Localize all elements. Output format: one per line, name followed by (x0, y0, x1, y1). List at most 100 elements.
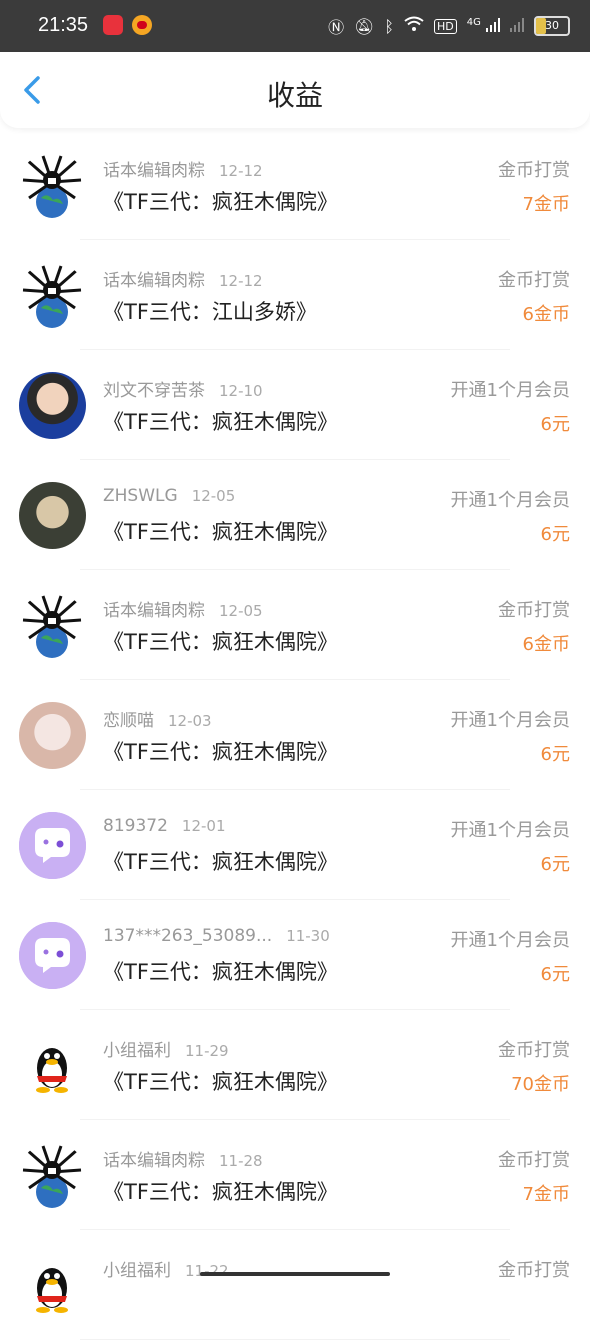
earning-amount: 70金币 (511, 1074, 570, 1095)
earning-type: 开通1个月会员 (450, 710, 570, 731)
username: ZHSWLG (103, 486, 178, 506)
status-time: 21:35 (38, 14, 89, 36)
earnings-row[interactable]: 话本编辑肉粽 12-12 《TF三代：江山多娇》 金币打赏 6金币 (0, 240, 590, 350)
date: 11-29 (185, 1042, 229, 1060)
username: 话本编辑肉粽 (103, 161, 205, 181)
earning-type: 金币打赏 (498, 1150, 570, 1171)
username: 话本编辑肉粽 (103, 1151, 205, 1171)
earnings-row[interactable]: 小组福利 11-29 《TF三代：疯狂木偶院》 金币打赏 70金币 (0, 1010, 590, 1120)
battery-level: 30 (545, 19, 559, 32)
earnings-row[interactable]: ZHSWLG 12-05 《TF三代：疯狂木偶院》 开通1个月会员 6元 (0, 460, 590, 570)
user-info: 话本编辑肉粽 12-12 (103, 156, 263, 181)
earnings-row[interactable]: 小组福利 11-22 金币打赏 (0, 1230, 590, 1340)
user-info: 话本编辑肉粽 12-12 (103, 266, 263, 291)
person-avatar[interactable] (19, 702, 86, 769)
user-info: 恋顺喵 12-03 (103, 706, 212, 731)
date: 12-03 (168, 712, 212, 730)
date: 12-05 (219, 602, 263, 620)
earnings-row[interactable]: 话本编辑肉粽 12-12 《TF三代：疯狂木偶院》 金币打赏 7金币 (0, 130, 590, 240)
battery-icon: 30 (534, 16, 570, 36)
earning-type: 开通1个月会员 (450, 930, 570, 951)
earnings-row[interactable]: 137***263_53089... 11-30 《TF三代：疯狂木偶院》 开通1个月… (0, 900, 590, 1010)
book-title: 《TF三代：疯狂木偶院》 (103, 1070, 338, 1094)
earning-type: 开通1个月会员 (450, 490, 570, 511)
earning-amount: 7金币 (522, 1184, 570, 1205)
earning-amount: 6金币 (522, 304, 570, 325)
username: 819372 (103, 816, 168, 836)
user-info: 话本编辑肉粽 11-28 (103, 1146, 263, 1171)
spider-avatar[interactable] (19, 152, 86, 219)
date: 11-22 (185, 1262, 229, 1280)
earning-amount: 7金币 (522, 194, 570, 215)
user-info: 小组福利 11-29 (103, 1036, 229, 1061)
username: 话本编辑肉粽 (103, 271, 205, 291)
app-notification-icon (103, 15, 123, 35)
earning-type: 金币打赏 (498, 1260, 570, 1281)
date: 12-12 (219, 272, 263, 290)
earnings-row[interactable]: 819372 12-01 《TF三代：疯狂木偶院》 开通1个月会员 6元 (0, 790, 590, 900)
username: 小组福利 (103, 1261, 171, 1281)
date: 12-10 (219, 382, 263, 400)
signal-4g-icon: 4G (467, 17, 500, 36)
earning-type: 开通1个月会员 (450, 380, 570, 401)
user-info: 话本编辑肉粽 12-05 (103, 596, 263, 621)
mute-icon: 🔕︎ (354, 16, 375, 36)
book-title: 《TF三代：疯狂木偶院》 (103, 960, 338, 984)
weibo-notification-icon (132, 15, 152, 35)
book-title: 《TF三代：疯狂木偶院》 (103, 520, 338, 544)
network-label: 4G (466, 16, 481, 28)
date: 12-12 (219, 162, 263, 180)
page-title: 收益 (266, 79, 323, 112)
date: 12-01 (181, 817, 226, 835)
earning-amount: 6元 (540, 414, 570, 435)
earning-amount: 6元 (540, 854, 570, 875)
date: 11-30 (286, 927, 330, 945)
earning-amount: 6元 (540, 744, 570, 765)
page-header: 收益 (0, 52, 590, 128)
earning-type: 金币打赏 (498, 1040, 570, 1061)
user-info: 819372 12-01 (103, 816, 226, 836)
user-info: ZHSWLG 12-05 (103, 486, 235, 506)
earning-amount: 6金币 (522, 634, 570, 655)
earnings-row[interactable]: 恋顺喵 12-03 《TF三代：疯狂木偶院》 开通1个月会员 6元 (0, 680, 590, 790)
date: 12-05 (191, 487, 236, 505)
book-title: 《TF三代：疯狂木偶院》 (103, 190, 338, 214)
wifi-icon (404, 16, 424, 36)
earning-type: 金币打赏 (498, 160, 570, 181)
book-title: 《TF三代：疯狂木偶院》 (103, 630, 338, 654)
book-title: 《TF三代：疯狂木偶院》 (103, 1180, 338, 1204)
nfc-icon: Ⓝ (328, 18, 345, 37)
user-info: 刘文不穿苦茶 12-10 (103, 376, 263, 401)
earnings-list: 话本编辑肉粽 12-12 《TF三代：疯狂木偶院》 金币打赏 7金币 话本编辑肉粽 12-1… (0, 130, 590, 1340)
default-avatar[interactable] (19, 922, 86, 989)
earnings-row[interactable]: 话本编辑肉粽 11-28 《TF三代：疯狂木偶院》 金币打赏 7金币 (0, 1120, 590, 1230)
earning-type: 开通1个月会员 (450, 820, 570, 841)
book-title: 《TF三代：江山多娇》 (103, 300, 317, 324)
qq-penguin-avatar[interactable] (19, 1252, 86, 1319)
status-icons: Ⓝ 🔕︎ ᛒ HD 4G 30 (328, 14, 570, 38)
default-avatar[interactable] (19, 812, 86, 879)
book-title: 《TF三代：疯狂木偶院》 (103, 740, 338, 764)
spider-avatar[interactable] (19, 1142, 86, 1209)
earnings-row[interactable]: 话本编辑肉粽 12-05 《TF三代：疯狂木偶院》 金币打赏 6金币 (0, 570, 590, 680)
person-avatar[interactable] (19, 482, 86, 549)
username: 话本编辑肉粽 (103, 601, 205, 621)
username: 小组福利 (103, 1041, 171, 1061)
user-info: 137***263_53089... 11-30 (103, 926, 330, 946)
username: 恋顺喵 (103, 711, 154, 731)
earning-type: 金币打赏 (498, 270, 570, 291)
date: 11-28 (219, 1152, 263, 1170)
user-info: 小组福利 11-22 (103, 1256, 229, 1281)
earning-amount: 6元 (540, 964, 570, 985)
book-title: 《TF三代：疯狂木偶院》 (103, 850, 338, 874)
username: 137***263_53089... (103, 926, 273, 946)
person-avatar[interactable] (19, 372, 86, 439)
spider-avatar[interactable] (19, 592, 86, 659)
spider-avatar[interactable] (19, 262, 86, 329)
home-indicator[interactable] (200, 1272, 390, 1276)
signal-icon (510, 17, 524, 36)
username: 刘文不穿苦茶 (103, 381, 205, 401)
qq-penguin-avatar[interactable] (19, 1032, 86, 1099)
bluetooth-icon: ᛒ (384, 16, 395, 36)
earnings-row[interactable]: 刘文不穿苦茶 12-10 《TF三代：疯狂木偶院》 开通1个月会员 6元 (0, 350, 590, 460)
